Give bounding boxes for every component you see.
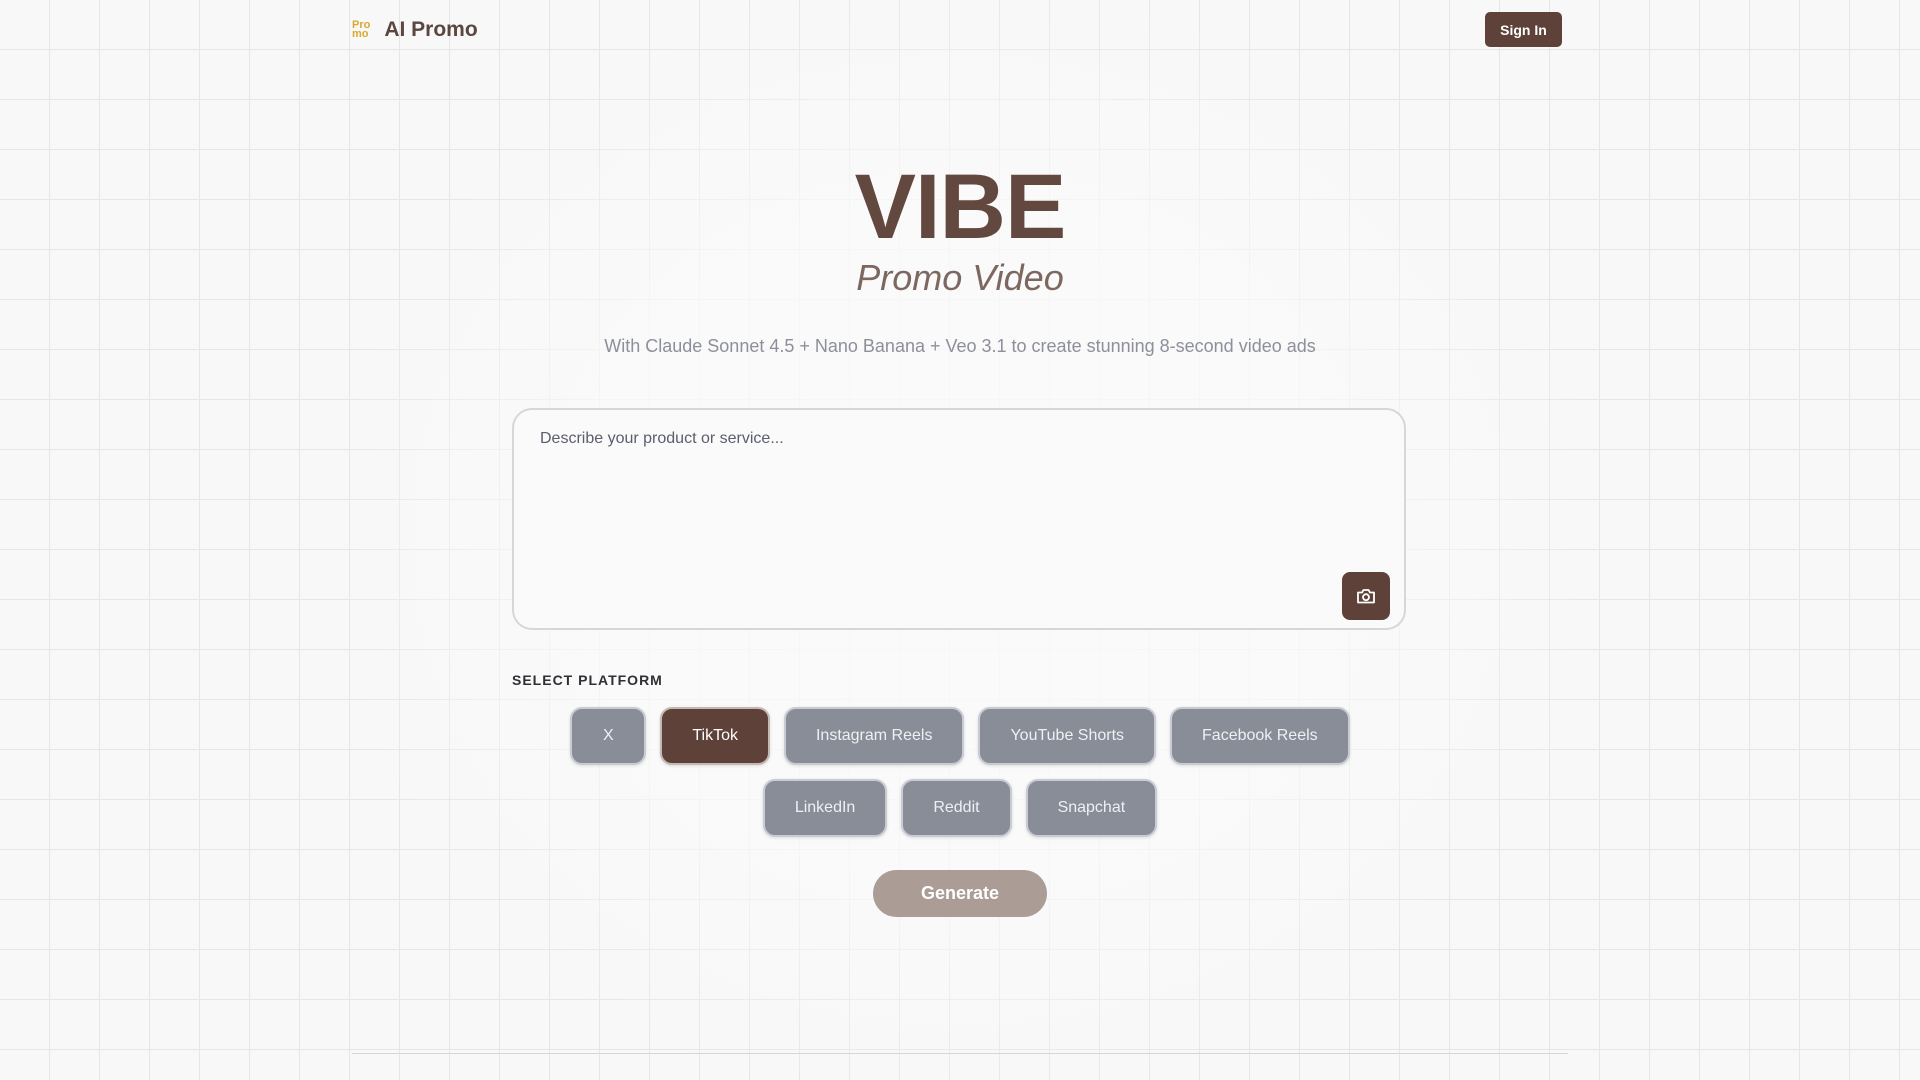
camera-icon (1357, 589, 1375, 604)
page-tagline: With Claude Sonnet 4.5 + Nano Banana + V… (604, 336, 1316, 356)
platform-chip-tiktok[interactable]: TikTok (660, 707, 770, 765)
logo-mark-bottom: mo (352, 28, 369, 40)
platform-chip-facebook-reels[interactable]: Facebook Reels (1170, 707, 1350, 765)
sign-in-button[interactable]: Sign In (1485, 12, 1562, 47)
product-description-input[interactable] (538, 428, 1380, 558)
logo[interactable]: Pro mo AI Promo (352, 18, 478, 42)
page-subtitle: Promo Video (856, 257, 1064, 298)
top-bar: Pro mo AI Promo Sign In (352, 0, 1562, 60)
prompt-box (512, 408, 1406, 630)
platform-chip-youtube-shorts[interactable]: YouTube Shorts (978, 707, 1157, 765)
logo-text: AI Promo (384, 18, 478, 41)
platform-chip-linkedin[interactable]: LinkedIn (762, 779, 888, 837)
generate-button[interactable]: Generate (873, 870, 1047, 917)
footer-divider (352, 1053, 1568, 1054)
platform-chip-instagram-reels[interactable]: Instagram Reels (783, 707, 965, 765)
platform-chip-reddit[interactable]: Reddit (901, 779, 1012, 837)
platform-row-2: LinkedIn Reddit Snapchat (0, 779, 1920, 837)
platform-row-1: X TikTok Instagram Reels YouTube Shorts … (0, 707, 1920, 765)
platform-chip-snapchat[interactable]: Snapchat (1025, 779, 1158, 837)
platform-section-label: SELECT PLATFORM (512, 672, 663, 688)
logo-mark: Pro mo (352, 20, 370, 40)
upload-image-button[interactable] (1342, 572, 1390, 620)
page-title: VIBE (854, 156, 1067, 258)
platform-chip-x[interactable]: X (570, 707, 647, 765)
